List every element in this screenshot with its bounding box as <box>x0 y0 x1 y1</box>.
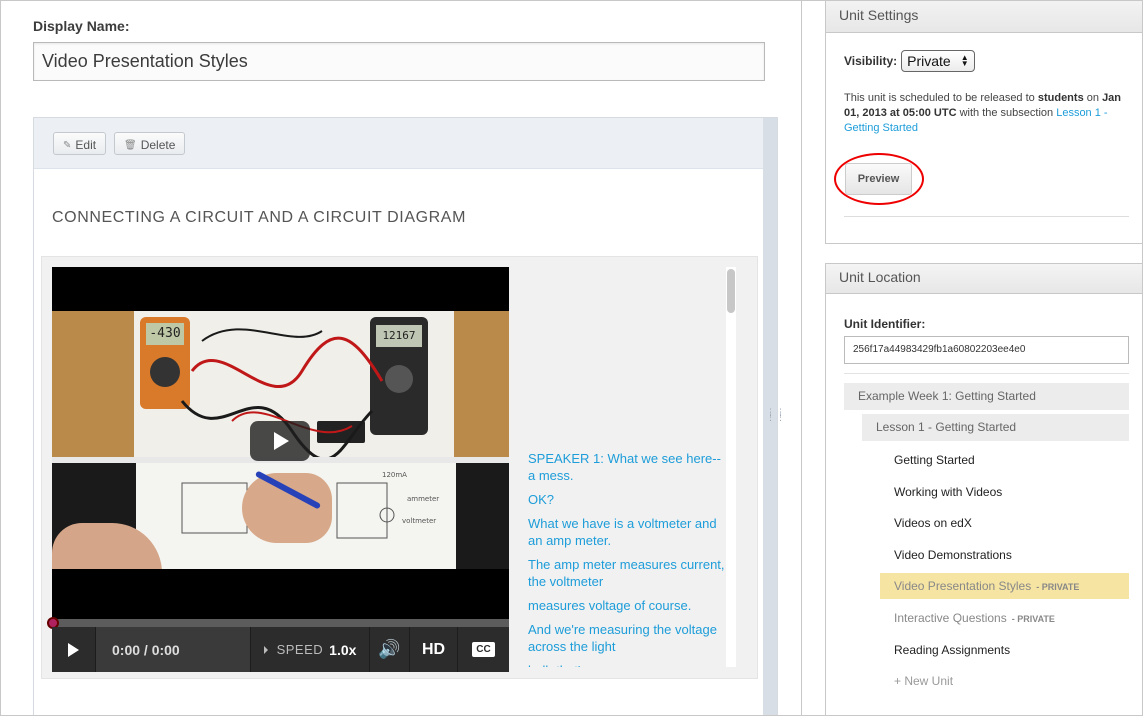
preview-button[interactable]: Preview <box>845 163 912 195</box>
visibility-label: Visibility: <box>844 54 898 68</box>
svg-text:voltmeter: voltmeter <box>402 517 436 525</box>
unit-identifier-input[interactable]: 256f17a44983429fb1a60802203ee4e0 <box>844 336 1129 364</box>
component-title: CONNECTING A CIRCUIT AND A CIRCUIT DIAGR… <box>52 209 466 226</box>
transcript-line[interactable]: OK? <box>528 491 728 508</box>
svg-text:120mA: 120mA <box>382 471 407 479</box>
transcript-line[interactable]: measures voltage of course. <box>528 597 728 614</box>
display-name-label: Display Name: <box>33 18 130 34</box>
unit-location-title: Unit Location <box>826 264 1142 294</box>
speed-value: 1.0x <box>329 641 357 658</box>
speaker-icon: 🔊 <box>378 639 401 659</box>
schedule-prefix: This unit is scheduled to be released to <box>844 92 1035 104</box>
visibility-select[interactable]: Private ▲ ▼ <box>901 50 975 72</box>
unit-settings-panel: Unit Settings Visibility: Private ▲ ▼ Thi… <box>825 1 1142 244</box>
video-module: -430 12167 120mA ammeter voltmeter 0:00 … <box>41 256 758 679</box>
sidebar-divider <box>801 1 802 715</box>
visibility-value: Private <box>907 53 951 69</box>
volume-button[interactable]: 🔊 <box>370 627 410 672</box>
unit-item-label: Working with Videos <box>894 484 1003 499</box>
component-drag-handle[interactable]: ⋮⋮ ⋮⋮ <box>763 118 786 715</box>
private-badge: - PRIVATE <box>1011 614 1055 624</box>
unit-item[interactable]: Video Demonstrations <box>880 542 1129 568</box>
video-controls: 0:00 / 0:00 SPEED 1.0x 🔊 HD CC <box>52 627 509 672</box>
unit-item[interactable]: Working with Videos <box>880 479 1129 505</box>
studio-unit-page: Display Name: Video Presentation Styles … <box>0 0 1143 716</box>
identifier-separator <box>844 373 1129 374</box>
video-progress-bar[interactable] <box>47 617 509 629</box>
pencil-icon: ✎ <box>63 139 72 151</box>
visibility-row: Visibility: Private ▲ ▼ <box>844 50 975 72</box>
play-icon <box>68 642 79 657</box>
cc-icon: CC <box>472 642 495 657</box>
display-name-input[interactable]: Video Presentation Styles <box>33 42 765 81</box>
schedule-mid: with the subsection <box>959 107 1054 119</box>
grip-icon: ⋮⋮ ⋮⋮ <box>766 407 786 422</box>
schedule-audience: students <box>1037 92 1084 104</box>
captions-button[interactable]: CC <box>458 627 509 672</box>
select-arrows-icon: ▲ ▼ <box>960 53 969 68</box>
transcript-panel[interactable]: SPEAKER 1: What we see here-- a mess. OK?… <box>518 267 748 667</box>
edit-button-label: Edit <box>75 138 97 152</box>
edit-button[interactable]: ✎ Edit <box>53 132 107 155</box>
play-button[interactable] <box>52 627 96 672</box>
unit-item-label: Video Presentation Styles <box>894 579 1032 594</box>
video-frame-bottom: 120mA ammeter voltmeter <box>52 463 509 569</box>
schedule-on: on <box>1086 92 1099 104</box>
transcript-line[interactable]: What we have is a voltmeter and an amp m… <box>528 515 728 549</box>
transcript-line[interactable]: The amp meter measures current, the volt… <box>528 556 728 590</box>
unit-item[interactable]: Video Presentation Styles - PRIVATE <box>880 573 1129 600</box>
transcript-line[interactable]: SPEAKER 1: What we see here-- a mess. <box>528 450 728 484</box>
unit-item-label: Reading Assignments <box>894 642 1011 657</box>
speed-arrow-icon <box>263 645 268 654</box>
speed-label: SPEED <box>276 642 324 657</box>
unit-identifier-label: Unit Identifier: <box>844 317 926 331</box>
delete-button-label: Delete <box>140 138 176 152</box>
svg-text:ammeter: ammeter <box>407 495 439 503</box>
release-schedule-text: This unit is scheduled to be released to… <box>844 91 1126 136</box>
unit-item-label: Video Demonstrations <box>894 547 1012 562</box>
speed-control[interactable]: SPEED 1.0x <box>251 627 370 672</box>
transcript-line[interactable]: And we're measuring the voltage across t… <box>528 621 728 655</box>
unit-item-label: Videos on edX <box>894 516 972 531</box>
transcript-scroll-thumb[interactable] <box>727 269 735 313</box>
delete-button[interactable]: 🗑 Delete <box>114 132 186 155</box>
unit-item[interactable]: Interactive Questions - PRIVATE <box>880 605 1129 631</box>
transcript-line[interactable]: bulb that's <box>528 662 728 667</box>
settings-separator <box>844 216 1129 217</box>
trash-icon: 🗑 <box>124 139 137 151</box>
private-badge: - PRIVATE <box>1036 582 1080 593</box>
unit-item[interactable]: Getting Started <box>880 447 1129 473</box>
big-play-button[interactable] <box>250 421 310 461</box>
unit-item-label: Interactive Questions <box>894 611 1007 625</box>
unit-settings-title: Unit Settings <box>826 1 1142 33</box>
section-item-week[interactable]: Example Week 1: Getting Started <box>844 383 1129 410</box>
new-unit-button[interactable]: + New Unit <box>880 668 1129 694</box>
video-component: ✎ Edit 🗑 Delete ⋮⋮ ⋮⋮ CONNECTING A CIRCUI… <box>33 117 786 715</box>
unit-item-label: Getting Started <box>894 453 975 467</box>
video-player[interactable]: -430 12167 120mA ammeter voltmeter 0:00 … <box>47 267 509 672</box>
unit-item[interactable]: Reading Assignments <box>880 637 1129 663</box>
unit-item[interactable]: Videos on edX <box>880 510 1129 536</box>
unit-location-panel: Unit Location Unit Identifier: 256f17a44… <box>825 263 1142 715</box>
hd-button[interactable]: HD <box>410 627 458 672</box>
video-time: 0:00 / 0:00 <box>96 627 251 672</box>
subsection-item-lesson[interactable]: Lesson 1 - Getting Started <box>862 414 1129 441</box>
component-toolbar: ✎ Edit 🗑 Delete <box>34 118 764 169</box>
transcript-lines: SPEAKER 1: What we see here-- a mess. OK?… <box>528 450 728 667</box>
